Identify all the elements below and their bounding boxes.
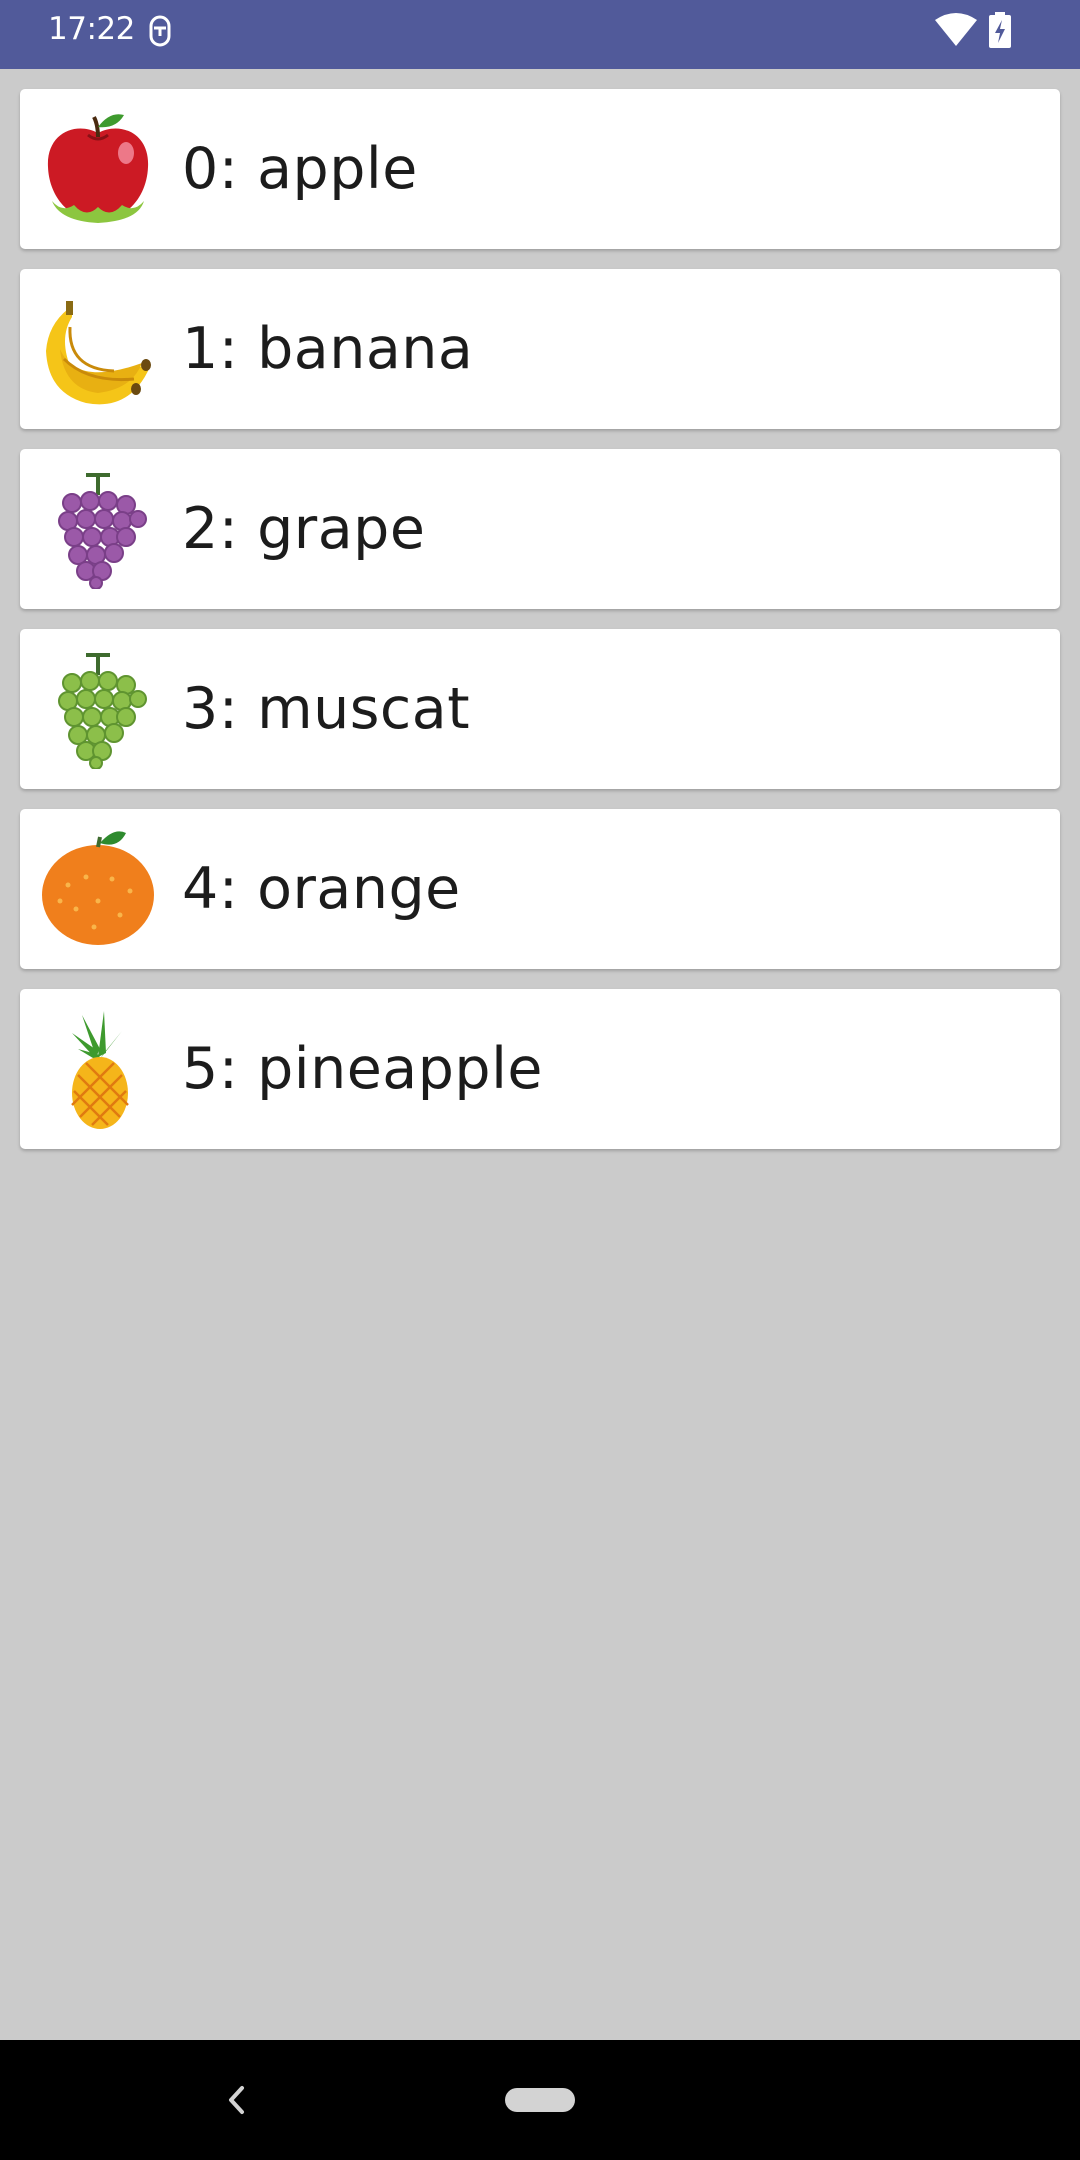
list-item-pineapple[interactable]: 5: pineapple — [20, 989, 1060, 1149]
grape-icon — [38, 469, 158, 589]
muscat-icon — [38, 649, 158, 769]
apple-icon — [38, 109, 158, 229]
fruit-list: 0: apple 1: banana 2: grape 3: muscat 4:… — [20, 89, 1060, 1169]
item-label: 5: pineapple — [182, 1036, 543, 1102]
list-item-muscat[interactable]: 3: muscat — [20, 629, 1060, 789]
orange-icon — [38, 829, 158, 949]
battery-charging-icon — [989, 12, 1011, 48]
status-time: 17:22 — [48, 11, 135, 47]
status-bar: 17:22 — [0, 0, 1080, 69]
wifi-icon — [935, 13, 977, 46]
list-item-apple[interactable]: 0: apple — [20, 89, 1060, 249]
item-label: 3: muscat — [182, 676, 471, 742]
home-pill-icon[interactable] — [505, 2088, 575, 2112]
list-item-orange[interactable]: 4: orange — [20, 809, 1060, 969]
list-item-banana[interactable]: 1: banana — [20, 269, 1060, 429]
list-item-grape[interactable]: 2: grape — [20, 449, 1060, 609]
item-label: 0: apple — [182, 136, 418, 202]
pineapple-icon — [38, 1009, 158, 1129]
notification-icon — [149, 15, 171, 47]
item-label: 4: orange — [182, 856, 461, 922]
back-icon[interactable] — [222, 2080, 252, 2120]
item-label: 1: banana — [182, 316, 474, 382]
banana-icon — [38, 289, 158, 409]
item-label: 2: grape — [182, 496, 426, 562]
